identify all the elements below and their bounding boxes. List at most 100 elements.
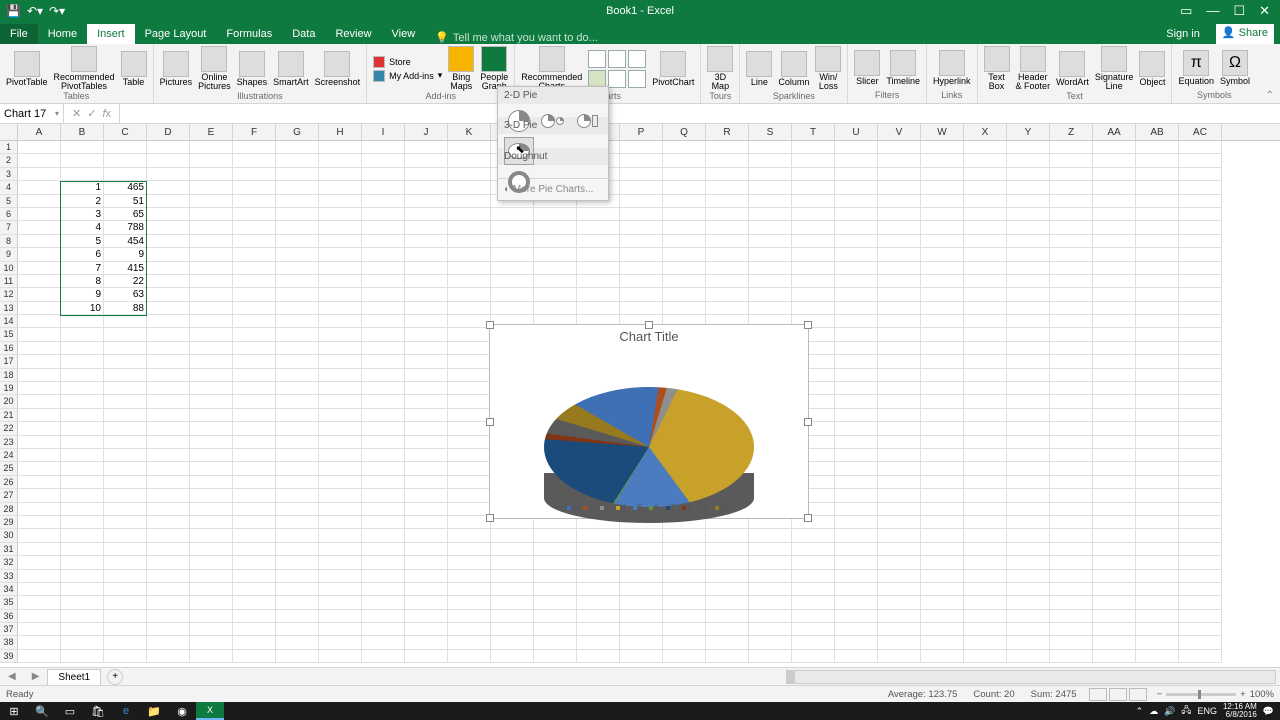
cell[interactable] bbox=[491, 543, 534, 556]
cell[interactable] bbox=[921, 610, 964, 623]
cell[interactable] bbox=[233, 181, 276, 194]
cell[interactable] bbox=[1136, 328, 1179, 341]
column-header[interactable]: AC bbox=[1179, 124, 1222, 140]
cell[interactable] bbox=[147, 248, 190, 261]
cell[interactable] bbox=[792, 275, 835, 288]
table-button[interactable]: Table bbox=[121, 51, 147, 87]
row-header[interactable]: 24 bbox=[0, 449, 18, 462]
cell[interactable] bbox=[749, 570, 792, 583]
cell[interactable] bbox=[1179, 583, 1222, 596]
chart-type-grid[interactable] bbox=[588, 50, 646, 88]
cell[interactable] bbox=[792, 168, 835, 181]
zoom-slider[interactable] bbox=[1166, 693, 1236, 696]
cell[interactable] bbox=[1093, 529, 1136, 542]
cell[interactable] bbox=[835, 328, 878, 341]
cell[interactable] bbox=[577, 596, 620, 609]
cell[interactable] bbox=[276, 543, 319, 556]
cell[interactable] bbox=[1007, 195, 1050, 208]
pivotchart-button[interactable]: PivotChart bbox=[652, 51, 694, 87]
cell[interactable]: 788 bbox=[104, 221, 147, 234]
cell[interactable] bbox=[61, 556, 104, 569]
cell[interactable] bbox=[878, 650, 921, 663]
horizontal-scrollbar[interactable] bbox=[786, 670, 1276, 684]
cell[interactable] bbox=[18, 556, 61, 569]
cell[interactable] bbox=[663, 248, 706, 261]
cell[interactable] bbox=[749, 623, 792, 636]
cell[interactable] bbox=[577, 543, 620, 556]
legend-item[interactable]: 3 bbox=[600, 503, 610, 512]
screenshot-button[interactable]: Screenshot bbox=[315, 51, 361, 87]
cell[interactable] bbox=[921, 328, 964, 341]
cell[interactable]: 6 bbox=[61, 248, 104, 261]
cell[interactable] bbox=[1093, 436, 1136, 449]
cell[interactable] bbox=[61, 529, 104, 542]
people-graph-button[interactable]: People Graph bbox=[480, 46, 508, 91]
cell[interactable] bbox=[1007, 529, 1050, 542]
cell[interactable]: 9 bbox=[104, 248, 147, 261]
cell[interactable] bbox=[190, 556, 233, 569]
cell[interactable] bbox=[1007, 369, 1050, 382]
cell[interactable] bbox=[577, 556, 620, 569]
cell[interactable] bbox=[448, 650, 491, 663]
cell[interactable] bbox=[1050, 556, 1093, 569]
cell[interactable] bbox=[104, 596, 147, 609]
cell[interactable] bbox=[448, 328, 491, 341]
cell[interactable] bbox=[835, 636, 878, 649]
cell[interactable] bbox=[534, 543, 577, 556]
cell[interactable] bbox=[1007, 422, 1050, 435]
tab-page-layout[interactable]: Page Layout bbox=[135, 24, 217, 44]
cell[interactable] bbox=[276, 168, 319, 181]
cell[interactable] bbox=[835, 395, 878, 408]
cell[interactable] bbox=[706, 583, 749, 596]
cell[interactable] bbox=[104, 328, 147, 341]
cell[interactable] bbox=[577, 302, 620, 315]
cell[interactable] bbox=[319, 141, 362, 154]
cell[interactable] bbox=[276, 181, 319, 194]
cell[interactable] bbox=[663, 275, 706, 288]
cell[interactable] bbox=[18, 636, 61, 649]
cell[interactable] bbox=[18, 195, 61, 208]
cell[interactable] bbox=[1050, 262, 1093, 275]
cell[interactable] bbox=[1007, 248, 1050, 261]
cell[interactable] bbox=[1179, 141, 1222, 154]
row-header[interactable]: 11 bbox=[0, 275, 18, 288]
cell[interactable] bbox=[61, 570, 104, 583]
cell[interactable] bbox=[835, 154, 878, 167]
cell[interactable] bbox=[878, 556, 921, 569]
cell[interactable] bbox=[577, 248, 620, 261]
cell[interactable] bbox=[835, 596, 878, 609]
cell[interactable] bbox=[147, 529, 190, 542]
cell[interactable] bbox=[147, 195, 190, 208]
cell[interactable] bbox=[276, 489, 319, 502]
shapes-button[interactable]: Shapes bbox=[237, 51, 268, 87]
cell[interactable] bbox=[233, 288, 276, 301]
cell[interactable] bbox=[362, 302, 405, 315]
cell[interactable] bbox=[1007, 636, 1050, 649]
sparkline-winloss-button[interactable]: Win/ Loss bbox=[815, 46, 841, 91]
cell[interactable] bbox=[233, 168, 276, 181]
cell[interactable] bbox=[1179, 503, 1222, 516]
cell[interactable] bbox=[276, 302, 319, 315]
cell[interactable] bbox=[61, 489, 104, 502]
cell[interactable] bbox=[1050, 235, 1093, 248]
cell[interactable] bbox=[405, 315, 448, 328]
cell[interactable] bbox=[1136, 596, 1179, 609]
row-header[interactable]: 19 bbox=[0, 382, 18, 395]
cell[interactable] bbox=[534, 650, 577, 663]
cell[interactable] bbox=[448, 556, 491, 569]
column-header[interactable]: P bbox=[620, 124, 663, 140]
cell[interactable] bbox=[1050, 583, 1093, 596]
cell[interactable] bbox=[276, 288, 319, 301]
cell[interactable] bbox=[1007, 262, 1050, 275]
cell[interactable] bbox=[233, 503, 276, 516]
cell[interactable] bbox=[792, 529, 835, 542]
cell[interactable] bbox=[1136, 650, 1179, 663]
cell[interactable] bbox=[1179, 623, 1222, 636]
cell[interactable] bbox=[147, 623, 190, 636]
row-header[interactable]: 26 bbox=[0, 476, 18, 489]
column-header[interactable]: Y bbox=[1007, 124, 1050, 140]
cell[interactable] bbox=[276, 235, 319, 248]
hyperlink-button[interactable]: Hyperlink bbox=[933, 50, 971, 86]
cell[interactable] bbox=[61, 395, 104, 408]
row-header[interactable]: 16 bbox=[0, 342, 18, 355]
